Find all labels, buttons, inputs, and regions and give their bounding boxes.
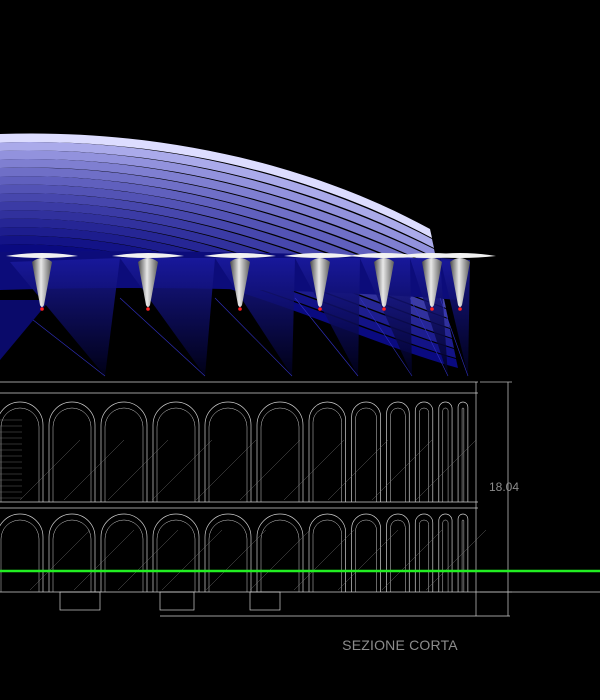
stair-line [73,529,135,591]
stair-line [249,529,311,591]
lamp-marker [146,307,150,311]
arch [386,401,410,502]
arch-inner [312,519,342,592]
lamp-marker [40,307,44,311]
arch [204,513,252,592]
section-drawing [0,133,600,617]
arcade-elevation [0,381,600,617]
arch-inner [355,407,377,502]
lamp-marker [382,307,386,311]
shadow-panel [215,258,295,376]
arch-inner [419,407,430,502]
stair-line [425,529,487,591]
stair-line [151,439,213,501]
arch-inner [419,519,430,592]
arch [386,513,410,592]
shadow-panel [295,258,360,376]
lamp-marker [430,307,434,311]
arch-inner [52,519,92,592]
stair-line [107,439,169,501]
stair-line [327,439,389,501]
arch [351,513,381,592]
arch-inner [312,407,342,502]
arch [0,401,44,502]
arch-inner [208,407,248,502]
arch-inner [260,407,300,502]
shadow-panel [120,258,215,376]
arch-inner [0,407,40,502]
arch [414,513,434,592]
footing-block [249,591,281,611]
arch-inner [0,519,40,592]
footing-block [59,591,101,611]
arch-inner [156,519,196,592]
arch [438,513,453,592]
stair-line [161,529,223,591]
stair-line [19,439,81,501]
stair-line [63,439,125,501]
arch [438,401,453,502]
arch-inner [390,519,406,592]
arch-inner [390,407,406,502]
arch-inner [52,407,92,502]
arch [100,513,148,592]
stair-line [337,529,399,591]
arch [308,513,346,592]
arch [152,513,200,592]
stair-line [371,439,433,501]
dimension-label: 18.04 [489,480,520,494]
arch-inner [156,407,196,502]
lamp-marker [458,307,462,311]
arch [308,401,346,502]
drawing-caption: SEZIONE CORTA [342,637,458,653]
arch-inner [104,519,144,592]
lamp-marker [238,307,242,311]
stair-line [415,439,477,501]
stair-line [117,529,179,591]
arch [48,513,96,592]
arch-inner [104,407,144,502]
arch [256,513,304,592]
arch-inner [461,519,465,592]
arch [414,401,434,502]
stair-line [283,439,345,501]
arch-inner [461,407,465,502]
lamp-marker [318,307,322,311]
arch-inner [260,519,300,592]
arch [457,401,469,502]
arch-inner [442,407,449,502]
arch-inner [442,519,449,592]
stair-line [239,439,301,501]
arch-inner [355,519,377,592]
footing-block [159,591,195,611]
dimension-line [480,381,512,616]
